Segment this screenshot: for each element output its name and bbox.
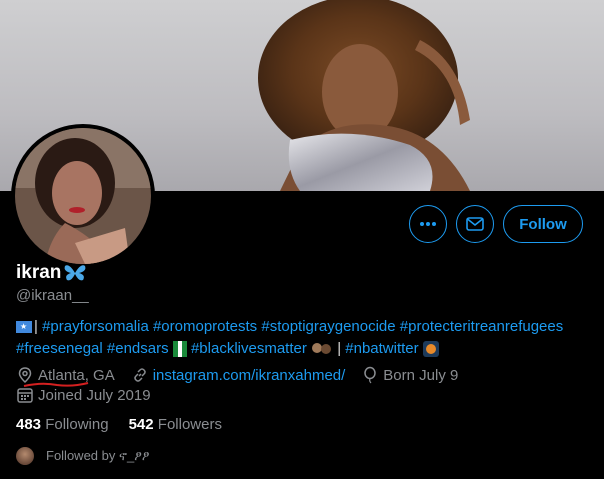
nigeria-flag-icon xyxy=(172,341,187,358)
more-icon xyxy=(420,222,436,226)
joined: Joined July 2019 xyxy=(16,386,151,404)
followers-count: 542 xyxy=(128,416,154,433)
followed-by-text: Followed by ኖ_ፆፆ xyxy=(46,448,150,463)
handle: @ikraan__ xyxy=(16,287,89,304)
joined-row: Joined July 2019 xyxy=(16,386,167,404)
followers-label: Followers xyxy=(157,416,222,433)
basketball-icon xyxy=(422,341,439,358)
website-link[interactable]: instagram.com/ikranxahmed/ xyxy=(153,367,346,384)
followers-link[interactable]: 542 Followers xyxy=(129,416,222,433)
link-icon xyxy=(133,368,146,382)
avatar[interactable] xyxy=(15,128,151,264)
hashtag-link[interactable]: #endsars xyxy=(107,340,169,357)
hashtag-link[interactable]: #protecteritreanrefugees xyxy=(400,318,563,335)
hashtag-link[interactable]: #blacklivesmatter xyxy=(191,340,307,357)
joined-text: Joined July 2019 xyxy=(38,386,151,404)
follow-button[interactable]: Follow xyxy=(503,205,583,243)
balloon-icon xyxy=(364,366,377,384)
hashtag-link[interactable]: #nbatwitter xyxy=(345,340,418,357)
following-link[interactable]: 483 Following xyxy=(16,416,109,433)
bio-separator: | xyxy=(34,318,43,335)
butterfly-icon xyxy=(65,265,86,281)
website: instagram.com/ikranxahmed/ xyxy=(131,366,346,384)
display-name: ikran xyxy=(16,262,87,284)
mail-icon xyxy=(466,217,484,231)
more-button[interactable] xyxy=(409,205,447,243)
somalia-flag-icon xyxy=(16,321,32,334)
hashtag-link[interactable]: #freesenegal xyxy=(16,340,103,357)
following-count: 483 xyxy=(16,416,42,433)
follower-avatar xyxy=(16,447,34,465)
calendar-icon xyxy=(17,388,33,403)
message-button[interactable] xyxy=(456,205,494,243)
follow-stats: 483 Following 542 Followers xyxy=(16,416,222,433)
display-name-text: ikran xyxy=(16,262,62,283)
followed-by[interactable]: Followed by ኖ_ፆፆ xyxy=(16,447,150,465)
hashtag-link[interactable]: #prayforsomalia xyxy=(42,318,149,335)
birthday: Born July 9 xyxy=(361,366,458,384)
avatar-frame xyxy=(11,124,155,268)
following-label: Following xyxy=(45,416,109,433)
bio-separator: | xyxy=(333,340,346,357)
birthday-text: Born July 9 xyxy=(383,366,459,384)
hashtag-link[interactable]: #oromoprotests xyxy=(153,318,257,335)
hashtag-link[interactable]: #stoptigraygenocide xyxy=(261,318,395,335)
raised-fists-icon xyxy=(312,343,332,355)
bio: | #prayforsomalia #oromoprotests #stopti… xyxy=(16,316,596,360)
